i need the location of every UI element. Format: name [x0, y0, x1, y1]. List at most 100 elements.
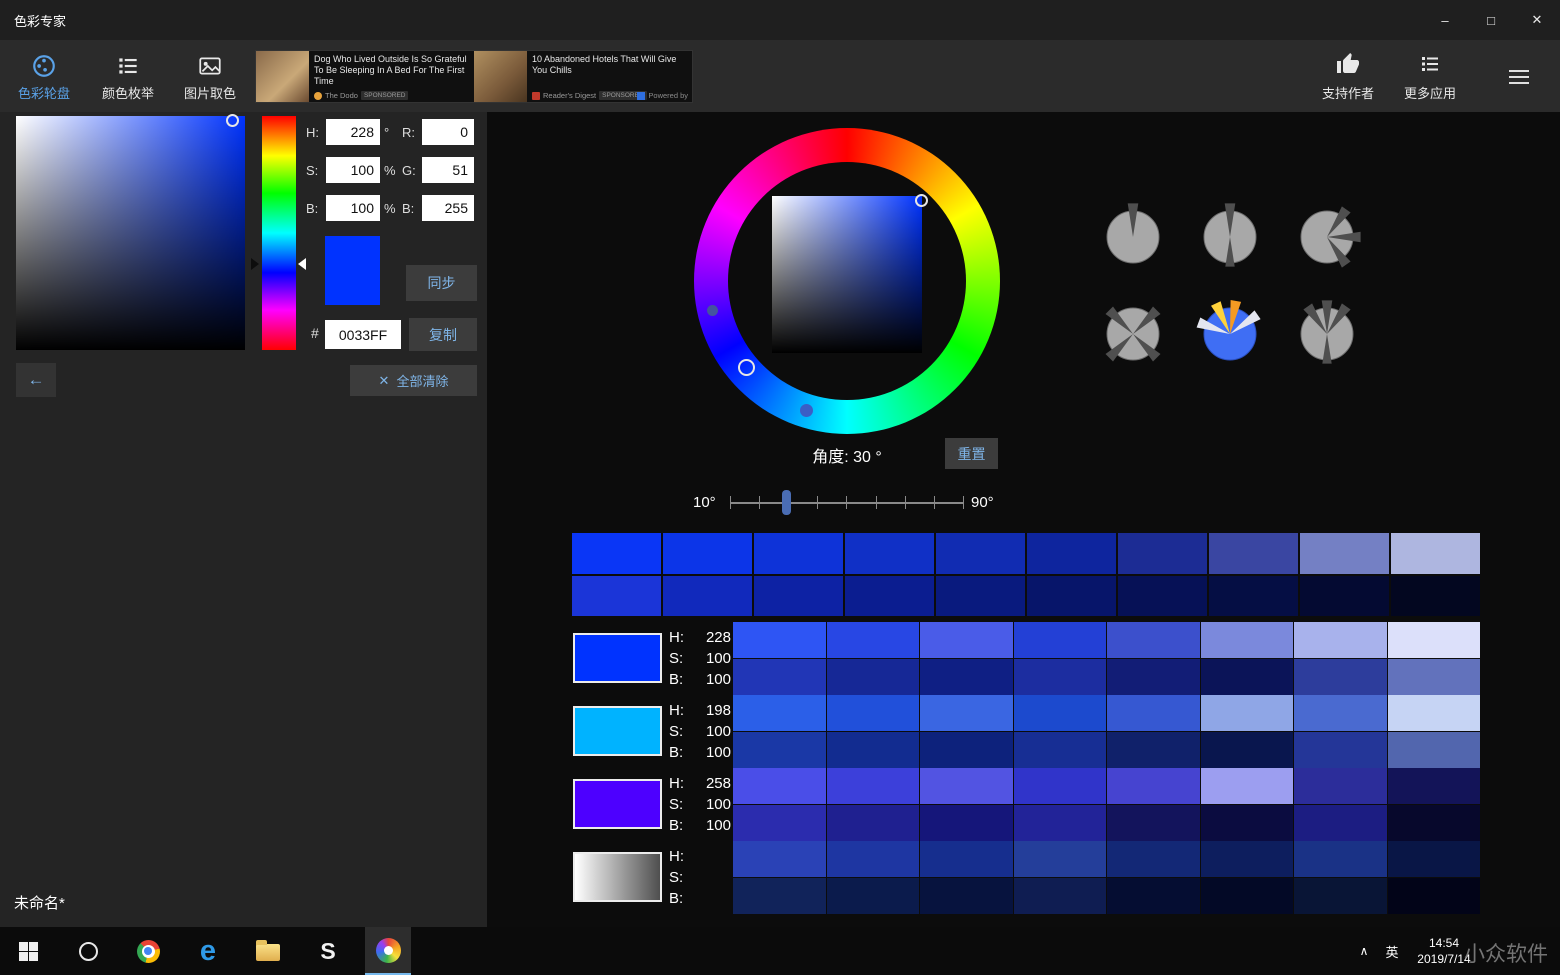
edge-taskbar-button[interactable]: e [185, 927, 231, 975]
copy-button[interactable]: 复制 [409, 318, 477, 351]
palette-swatch[interactable] [573, 779, 662, 829]
shade-cell[interactable] [1209, 576, 1298, 617]
palette-cell[interactable] [1201, 768, 1294, 804]
b2-input[interactable] [422, 195, 474, 221]
palette-cell[interactable] [1201, 622, 1294, 658]
palette-cell[interactable] [920, 768, 1013, 804]
palette-cell[interactable] [733, 878, 826, 914]
shade-cell[interactable] [1027, 576, 1116, 617]
palette-cell[interactable] [827, 695, 920, 731]
palette-cell[interactable] [1107, 878, 1200, 914]
palette-cell[interactable] [1388, 659, 1481, 695]
close-button[interactable]: ✕ [1514, 0, 1560, 40]
shade-cell[interactable] [1391, 576, 1480, 617]
palette-cell[interactable] [1388, 841, 1481, 877]
palette-cell[interactable] [827, 805, 920, 841]
palette-swatch[interactable] [573, 633, 662, 683]
shade-cell[interactable] [1118, 533, 1207, 574]
palette-cell[interactable] [920, 622, 1013, 658]
angle-slider-handle[interactable] [782, 490, 791, 515]
shade-cell[interactable] [1027, 533, 1116, 574]
palette-cell[interactable] [733, 841, 826, 877]
palette-swatch[interactable] [573, 852, 662, 902]
harmony-custom-icon-selected[interactable] [1199, 300, 1261, 362]
palette-cell[interactable] [1294, 622, 1387, 658]
harmony-analogous-icon[interactable] [1296, 300, 1358, 362]
palette-cell[interactable] [1294, 659, 1387, 695]
palette-cell[interactable] [733, 805, 826, 841]
palette-cell[interactable] [1107, 659, 1200, 695]
minimize-button[interactable]: – [1422, 0, 1468, 40]
palette-cell[interactable] [827, 622, 920, 658]
reset-button[interactable]: 重置 [945, 438, 998, 469]
maximize-button[interactable]: □ [1468, 0, 1514, 40]
palette-cell[interactable] [1388, 695, 1481, 731]
more-apps-button[interactable]: 更多应用 [1392, 47, 1468, 107]
explorer-taskbar-button[interactable] [245, 927, 291, 975]
saturation-brightness-square[interactable] [16, 116, 245, 350]
palette-cell[interactable] [1014, 768, 1107, 804]
palette-cell[interactable] [1014, 841, 1107, 877]
palette-cell[interactable] [1201, 659, 1294, 695]
palette-cell[interactable] [920, 841, 1013, 877]
shade-cell[interactable] [936, 533, 1025, 574]
palette-cell[interactable] [1388, 732, 1481, 768]
palette-cell[interactable] [1107, 622, 1200, 658]
r-input[interactable] [422, 119, 474, 145]
h-input[interactable] [326, 119, 380, 145]
search-button[interactable] [65, 927, 111, 975]
shade-cell[interactable] [845, 576, 934, 617]
b-input[interactable] [326, 195, 380, 221]
snipaste-taskbar-button[interactable]: S [305, 927, 351, 975]
shade-cell[interactable] [1300, 576, 1389, 617]
shade-cell[interactable] [754, 576, 843, 617]
tab-color-list[interactable]: 颜色枚举 [88, 47, 168, 107]
shade-cell[interactable] [754, 533, 843, 574]
palette-cell[interactable] [1014, 805, 1107, 841]
shade-cell[interactable] [1300, 533, 1389, 574]
shade-cell[interactable] [1118, 576, 1207, 617]
wheel-harmony-dot-198[interactable] [800, 404, 813, 417]
tab-color-wheel[interactable]: 色彩轮盘 [4, 47, 84, 107]
wheel-sb-handle[interactable] [915, 194, 928, 207]
palette-cell[interactable] [733, 768, 826, 804]
palette-cell[interactable] [1201, 878, 1294, 914]
palette-cell[interactable] [1107, 732, 1200, 768]
tab-image-picker[interactable]: 图片取色 [170, 47, 250, 107]
palette-cell[interactable] [733, 695, 826, 731]
palette-cell[interactable] [827, 841, 920, 877]
palette-cell[interactable] [1107, 695, 1200, 731]
palette-cell[interactable] [920, 659, 1013, 695]
palette-cell[interactable] [1014, 732, 1107, 768]
palette-cell[interactable] [920, 732, 1013, 768]
hex-input[interactable] [325, 320, 401, 349]
palette-cell[interactable] [1388, 622, 1481, 658]
harmony-complementary-icon[interactable] [1199, 203, 1261, 265]
wheel-sb-square[interactable] [772, 196, 922, 353]
palette-cell[interactable] [1014, 622, 1107, 658]
start-button[interactable] [5, 927, 51, 975]
g-input[interactable] [422, 157, 474, 183]
palette-cell[interactable] [920, 695, 1013, 731]
shade-cell[interactable] [572, 576, 661, 617]
hue-bar[interactable] [262, 116, 296, 350]
harmony-triad-icon[interactable] [1296, 203, 1358, 265]
palette-cell[interactable] [1201, 841, 1294, 877]
shade-cell[interactable] [663, 533, 752, 574]
wheel-harmony-dot-258[interactable] [707, 305, 718, 316]
clear-all-button[interactable]: ✕ 全部清除 [350, 365, 477, 396]
shade-cell[interactable] [1209, 533, 1298, 574]
palette-cell[interactable] [1388, 878, 1481, 914]
palette-cell[interactable] [1388, 805, 1481, 841]
palette-cell[interactable] [920, 805, 1013, 841]
palette-cell[interactable] [733, 732, 826, 768]
color-expert-taskbar-button[interactable] [365, 927, 411, 975]
palette-cell[interactable] [1014, 659, 1107, 695]
palette-cell[interactable] [827, 768, 920, 804]
palette-swatch[interactable] [573, 706, 662, 756]
palette-cell[interactable] [733, 622, 826, 658]
palette-cell[interactable] [1014, 878, 1107, 914]
palette-cell[interactable] [1294, 805, 1387, 841]
palette-cell[interactable] [920, 878, 1013, 914]
ime-indicator[interactable]: 英 [1378, 927, 1406, 975]
